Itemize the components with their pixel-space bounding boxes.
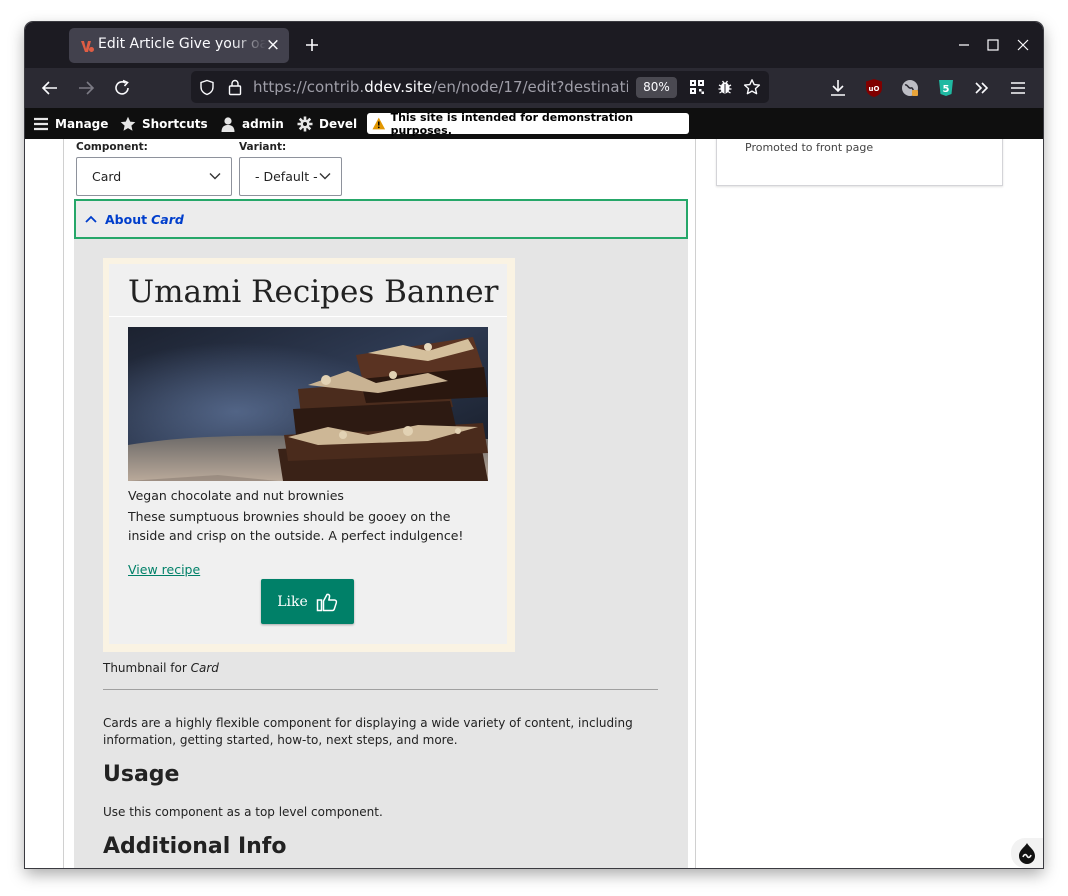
variant-select[interactable]: - Default - [239, 157, 342, 196]
chevron-up-icon [85, 215, 97, 223]
tab-close-icon[interactable]: × [265, 36, 281, 54]
component-select-value: Card [92, 169, 122, 184]
demo-notice: This site is intended for demonstration … [367, 110, 689, 137]
address-bar[interactable]: https://contrib.ddev.site/en/node/17/edi… [191, 71, 769, 103]
lock-icon[interactable] [227, 78, 243, 96]
card-image [128, 327, 488, 481]
page-content: Component: Card Variant: - Default - Abo… [25, 139, 1043, 868]
zoom-level-badge[interactable]: 80% [636, 77, 677, 98]
downloads-icon[interactable] [827, 77, 849, 99]
component-select[interactable]: Card [76, 157, 232, 196]
thumbnail-caption: Thumbnail for Card [103, 661, 219, 675]
like-button[interactable]: Like [261, 579, 354, 624]
tab-title: Edit Article Give your oatmeal the ultim… [98, 36, 266, 52]
toolbar-manage[interactable]: Manage [33, 108, 108, 139]
menu-icon [34, 117, 48, 130]
toolbar-shortcuts[interactable]: Shortcuts [120, 108, 208, 139]
view-recipe-link[interactable]: View recipe [128, 562, 200, 577]
drupal-badge[interactable] [1011, 838, 1043, 868]
usage-text: Use this component as a top level compon… [103, 805, 383, 819]
toolbar-devel-label: Devel [319, 116, 358, 131]
component-label: Component: [76, 141, 148, 153]
about-component-name: Card [151, 211, 184, 227]
toolbar-devel[interactable]: Devel [297, 108, 357, 139]
toolbar-user-label: admin [242, 116, 284, 131]
component-description: Cards are a highly flexible component fo… [103, 716, 633, 747]
additional-info-heading: Additional Info [103, 834, 287, 859]
about-details: About Card Umami Recipes Banner Vegan ch… [74, 199, 688, 868]
toolbar-user[interactable]: admin [220, 108, 284, 139]
demo-notice-text: This site is intended for demonstration … [390, 110, 634, 137]
browser-window: Edit Article Give your oatmeal the ultim… [25, 22, 1043, 868]
toolbar-manage-label: Manage [55, 116, 109, 131]
promoted-front-page-text: Promoted to front page [745, 141, 874, 154]
toolbar-shortcuts-label: Shortcuts [142, 116, 208, 131]
user-icon [221, 116, 235, 132]
card-title-divider [109, 316, 507, 317]
svg-text:uO: uO [869, 85, 880, 93]
reload-icon[interactable] [111, 77, 133, 99]
card-preview: Umami Recipes Banner Vegan chocolate and… [109, 264, 507, 644]
minimize-icon[interactable] [955, 36, 973, 54]
chevron-down-icon [209, 173, 221, 180]
variant-label: Variant: [239, 141, 287, 153]
shield-icon[interactable] [199, 79, 215, 96]
svg-text:5: 5 [943, 84, 950, 95]
main-form-column: Component: Card Variant: - Default - Abo… [63, 139, 696, 868]
html5-extension-icon[interactable]: 5 [935, 77, 957, 99]
forward-icon[interactable] [75, 77, 97, 99]
star-icon [120, 116, 136, 131]
extension-globe-icon[interactable] [899, 77, 921, 99]
brownies-image [128, 327, 488, 481]
more-tools-icon[interactable] [971, 77, 993, 99]
usage-heading: Usage [103, 762, 180, 787]
card-subtitle: Vegan chocolate and nut brownies [128, 488, 344, 503]
gear-icon [297, 116, 313, 131]
like-button-label: Like [277, 593, 308, 610]
url-text[interactable]: https://contrib.ddev.site/en/node/17/edi… [253, 78, 628, 96]
qr-code-icon[interactable] [689, 79, 705, 95]
ublock-icon[interactable]: uO [863, 77, 885, 99]
admin-toolbar: Manage Shortcuts admin Devel This site i… [25, 108, 1043, 139]
sidebar-promotion-box: Promoted to front page [716, 139, 1003, 186]
active-tab[interactable]: Edit Article Give your oatmeal the ultim… [69, 28, 289, 63]
thumbnail-caption-name: Card [190, 661, 219, 675]
about-prefix: About [105, 211, 148, 227]
close-window-icon[interactable] [1014, 36, 1032, 54]
back-icon[interactable] [39, 77, 61, 99]
bookmark-star-icon[interactable] [743, 78, 761, 96]
navigation-bar: https://contrib.ddev.site/en/node/17/edi… [25, 68, 1043, 108]
hamburger-menu-icon[interactable] [1007, 77, 1029, 99]
thumbnail-caption-prefix: Thumbnail for [103, 661, 187, 675]
warning-icon [372, 117, 386, 130]
bug-icon[interactable] [716, 78, 734, 96]
card-description: These sumptuous brownies should be gooey… [128, 509, 464, 543]
url-path: /en/node/17/edit?destination=/admin/cont… [432, 78, 628, 96]
new-tab-icon[interactable] [301, 34, 323, 56]
drupal-drop-icon [1019, 843, 1035, 864]
component-thumbnail: Umami Recipes Banner Vegan chocolate and… [103, 258, 515, 652]
url-prefix: https://contrib. [253, 78, 365, 96]
chevron-down-icon [319, 173, 331, 180]
site-favicon-icon [81, 41, 94, 52]
about-summary-toggle[interactable]: About Card [74, 199, 688, 239]
variant-select-value: - Default - [255, 169, 318, 184]
maximize-icon[interactable] [984, 36, 1002, 54]
tab-strip: Edit Article Give your oatmeal the ultim… [25, 22, 1043, 68]
card-title: Umami Recipes Banner [128, 274, 499, 310]
thumbs-up-icon [316, 593, 337, 611]
section-divider [103, 689, 658, 690]
url-host: ddev.site [364, 78, 433, 96]
